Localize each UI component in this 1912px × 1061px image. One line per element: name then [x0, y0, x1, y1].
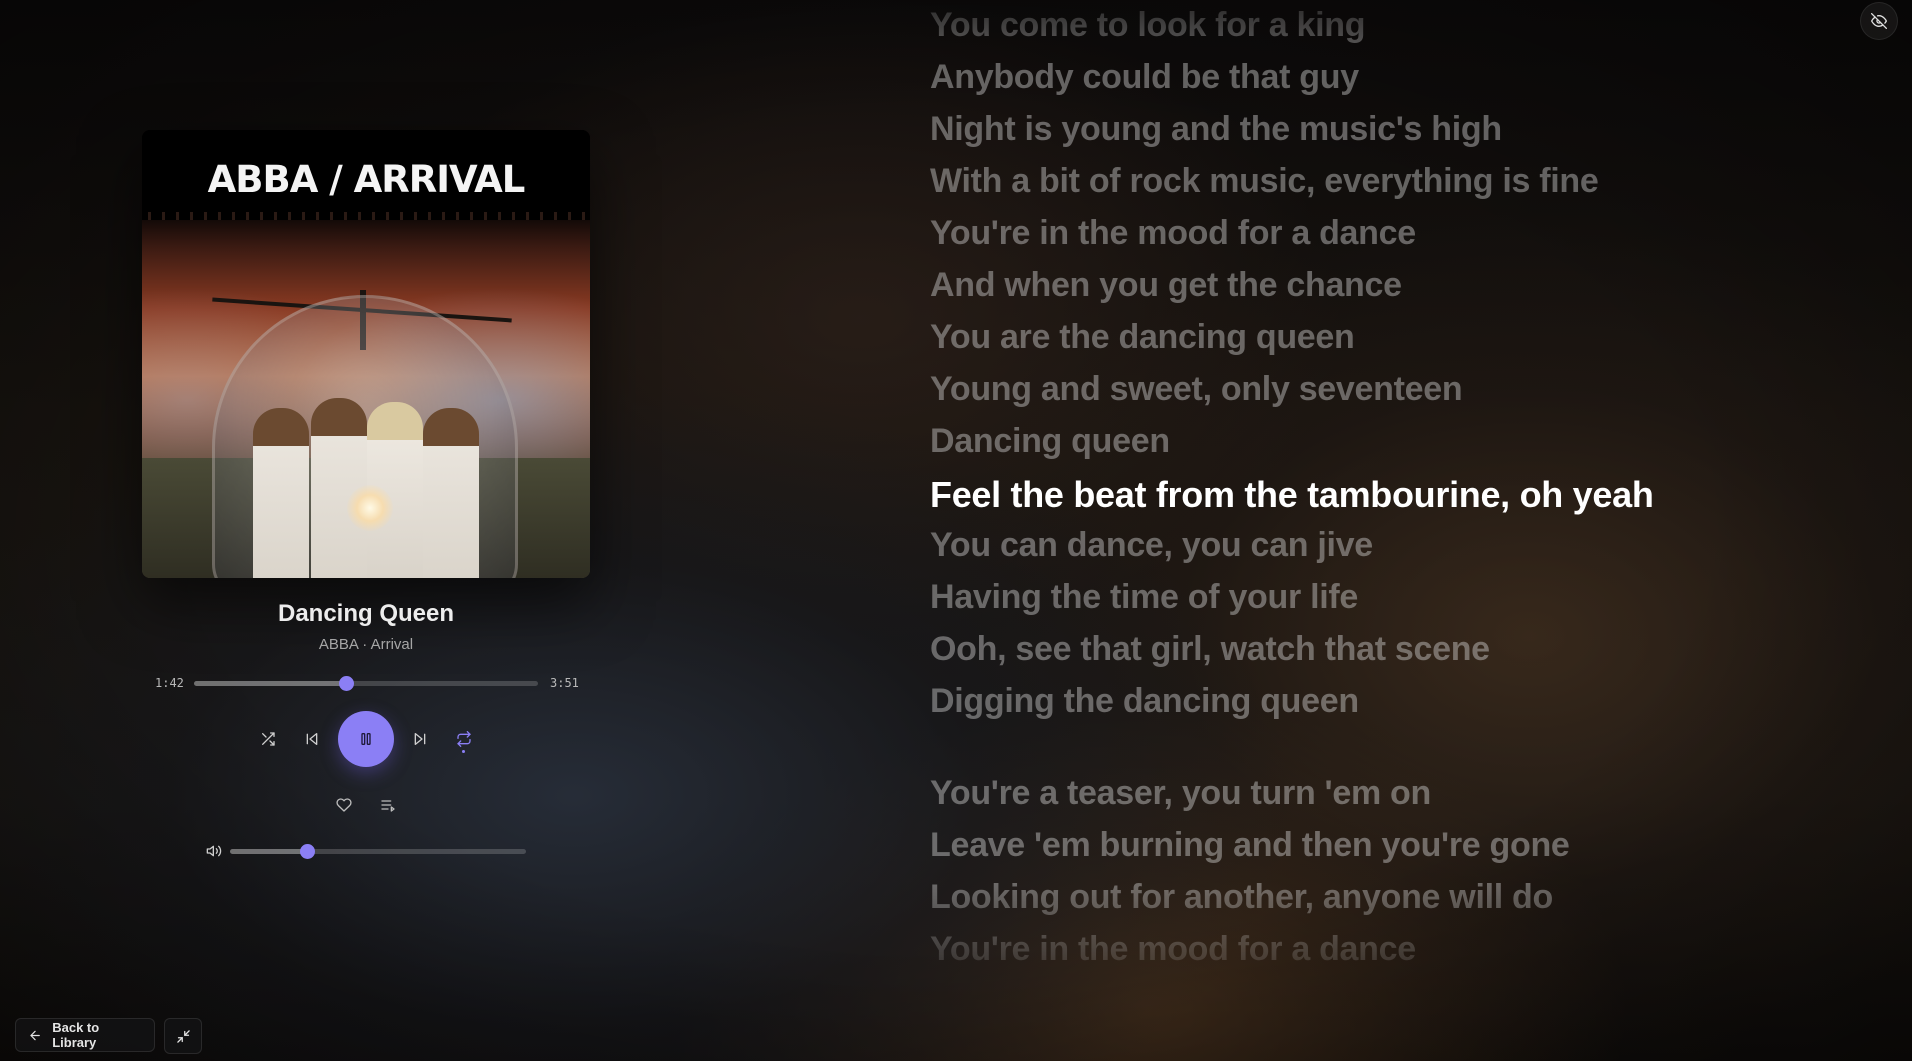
- track-title: Dancing Queen: [277, 600, 455, 627]
- pause-icon: [361, 733, 371, 745]
- previous-button[interactable]: [297, 724, 327, 754]
- album-header-band: ABBA / ARRIVAL: [142, 130, 590, 220]
- exit-fullscreen-button[interactable]: [164, 1018, 202, 1054]
- lyric-line[interactable]: You can dance, you can jive: [930, 526, 1373, 565]
- seek-bar-fill: [194, 681, 347, 686]
- lyric-line[interactable]: Dancing queen: [930, 422, 1170, 461]
- shuffle-button[interactable]: [253, 724, 283, 754]
- queue-icon: [381, 800, 395, 812]
- lyric-line[interactable]: Night is young and the music's high: [930, 110, 1502, 149]
- lyric-line[interactable]: With a bit of rock music, everything is …: [930, 162, 1599, 201]
- lyric-line[interactable]: Leave 'em burning and then you're gone: [930, 826, 1570, 865]
- current-time: 1:42: [155, 676, 184, 690]
- lyric-line[interactable]: You're in the mood for a dance: [930, 214, 1416, 253]
- play-pause-button[interactable]: [338, 711, 394, 767]
- volume-slider-thumb[interactable]: [299, 844, 315, 859]
- lyric-line[interactable]: You're a teaser, you turn 'em on: [930, 774, 1431, 813]
- volume-slider[interactable]: [230, 844, 526, 859]
- eye-off-icon: [1871, 13, 1887, 29]
- track-duration: 3:51: [550, 676, 579, 690]
- lyric-line[interactable]: Looking out for another, anyone will do: [930, 878, 1553, 917]
- heart-icon: [336, 798, 352, 812]
- volume-slider-fill: [230, 849, 307, 854]
- queue-button[interactable]: [373, 790, 403, 820]
- skip-previous-icon: [306, 733, 318, 745]
- arrow-left-icon: [30, 1030, 40, 1040]
- lyric-line-active[interactable]: Feel the beat from the tambourine, oh ye…: [930, 474, 1654, 516]
- lyric-line[interactable]: Anybody could be that guy: [930, 58, 1359, 97]
- next-button[interactable]: [405, 724, 435, 754]
- lyric-line[interactable]: Ooh, see that girl, watch that scene: [930, 630, 1490, 669]
- lyric-line[interactable]: Digging the dancing queen: [930, 682, 1359, 721]
- band-member: [253, 408, 309, 578]
- repeat-active-indicator: [462, 750, 465, 753]
- volume-button[interactable]: [199, 836, 229, 866]
- album-cover-title: ABBA / ARRIVAL: [207, 158, 526, 201]
- album-lamp-glow: [347, 485, 393, 531]
- like-button[interactable]: [329, 790, 359, 820]
- track-artist-album: ABBA · Arrival: [318, 636, 414, 653]
- lyric-line[interactable]: Having the time of your life: [930, 578, 1358, 617]
- lyrics-panel: You come to look for a king Anybody could…: [930, 0, 1830, 1061]
- now-playing-screen: ABBA / ARRIVAL Dancing Queen ABBA · Arri…: [0, 0, 1912, 1061]
- lyric-line[interactable]: You are the dancing queen: [930, 318, 1355, 357]
- back-to-library-label: Back to Library: [52, 1020, 100, 1050]
- lyric-line[interactable]: You come to look for a king: [930, 6, 1366, 45]
- skip-next-icon: [414, 733, 426, 745]
- repeat-icon: [457, 731, 471, 747]
- volume-icon: [206, 845, 222, 857]
- minimize-icon: [176, 1029, 190, 1043]
- shuffle-icon: [262, 732, 275, 746]
- seek-bar[interactable]: [194, 676, 538, 691]
- lyric-line[interactable]: Young and sweet, only seventeen: [930, 370, 1463, 409]
- lyric-line[interactable]: And when you get the chance: [930, 266, 1402, 305]
- seek-bar-thumb[interactable]: [339, 676, 355, 691]
- lyric-line[interactable]: You're in the mood for a dance: [930, 930, 1416, 969]
- album-artwork: ABBA / ARRIVAL: [142, 130, 590, 578]
- hide-lyrics-button[interactable]: [1860, 2, 1898, 40]
- back-to-library-button[interactable]: Back to Library: [15, 1018, 155, 1052]
- band-member: [423, 408, 479, 578]
